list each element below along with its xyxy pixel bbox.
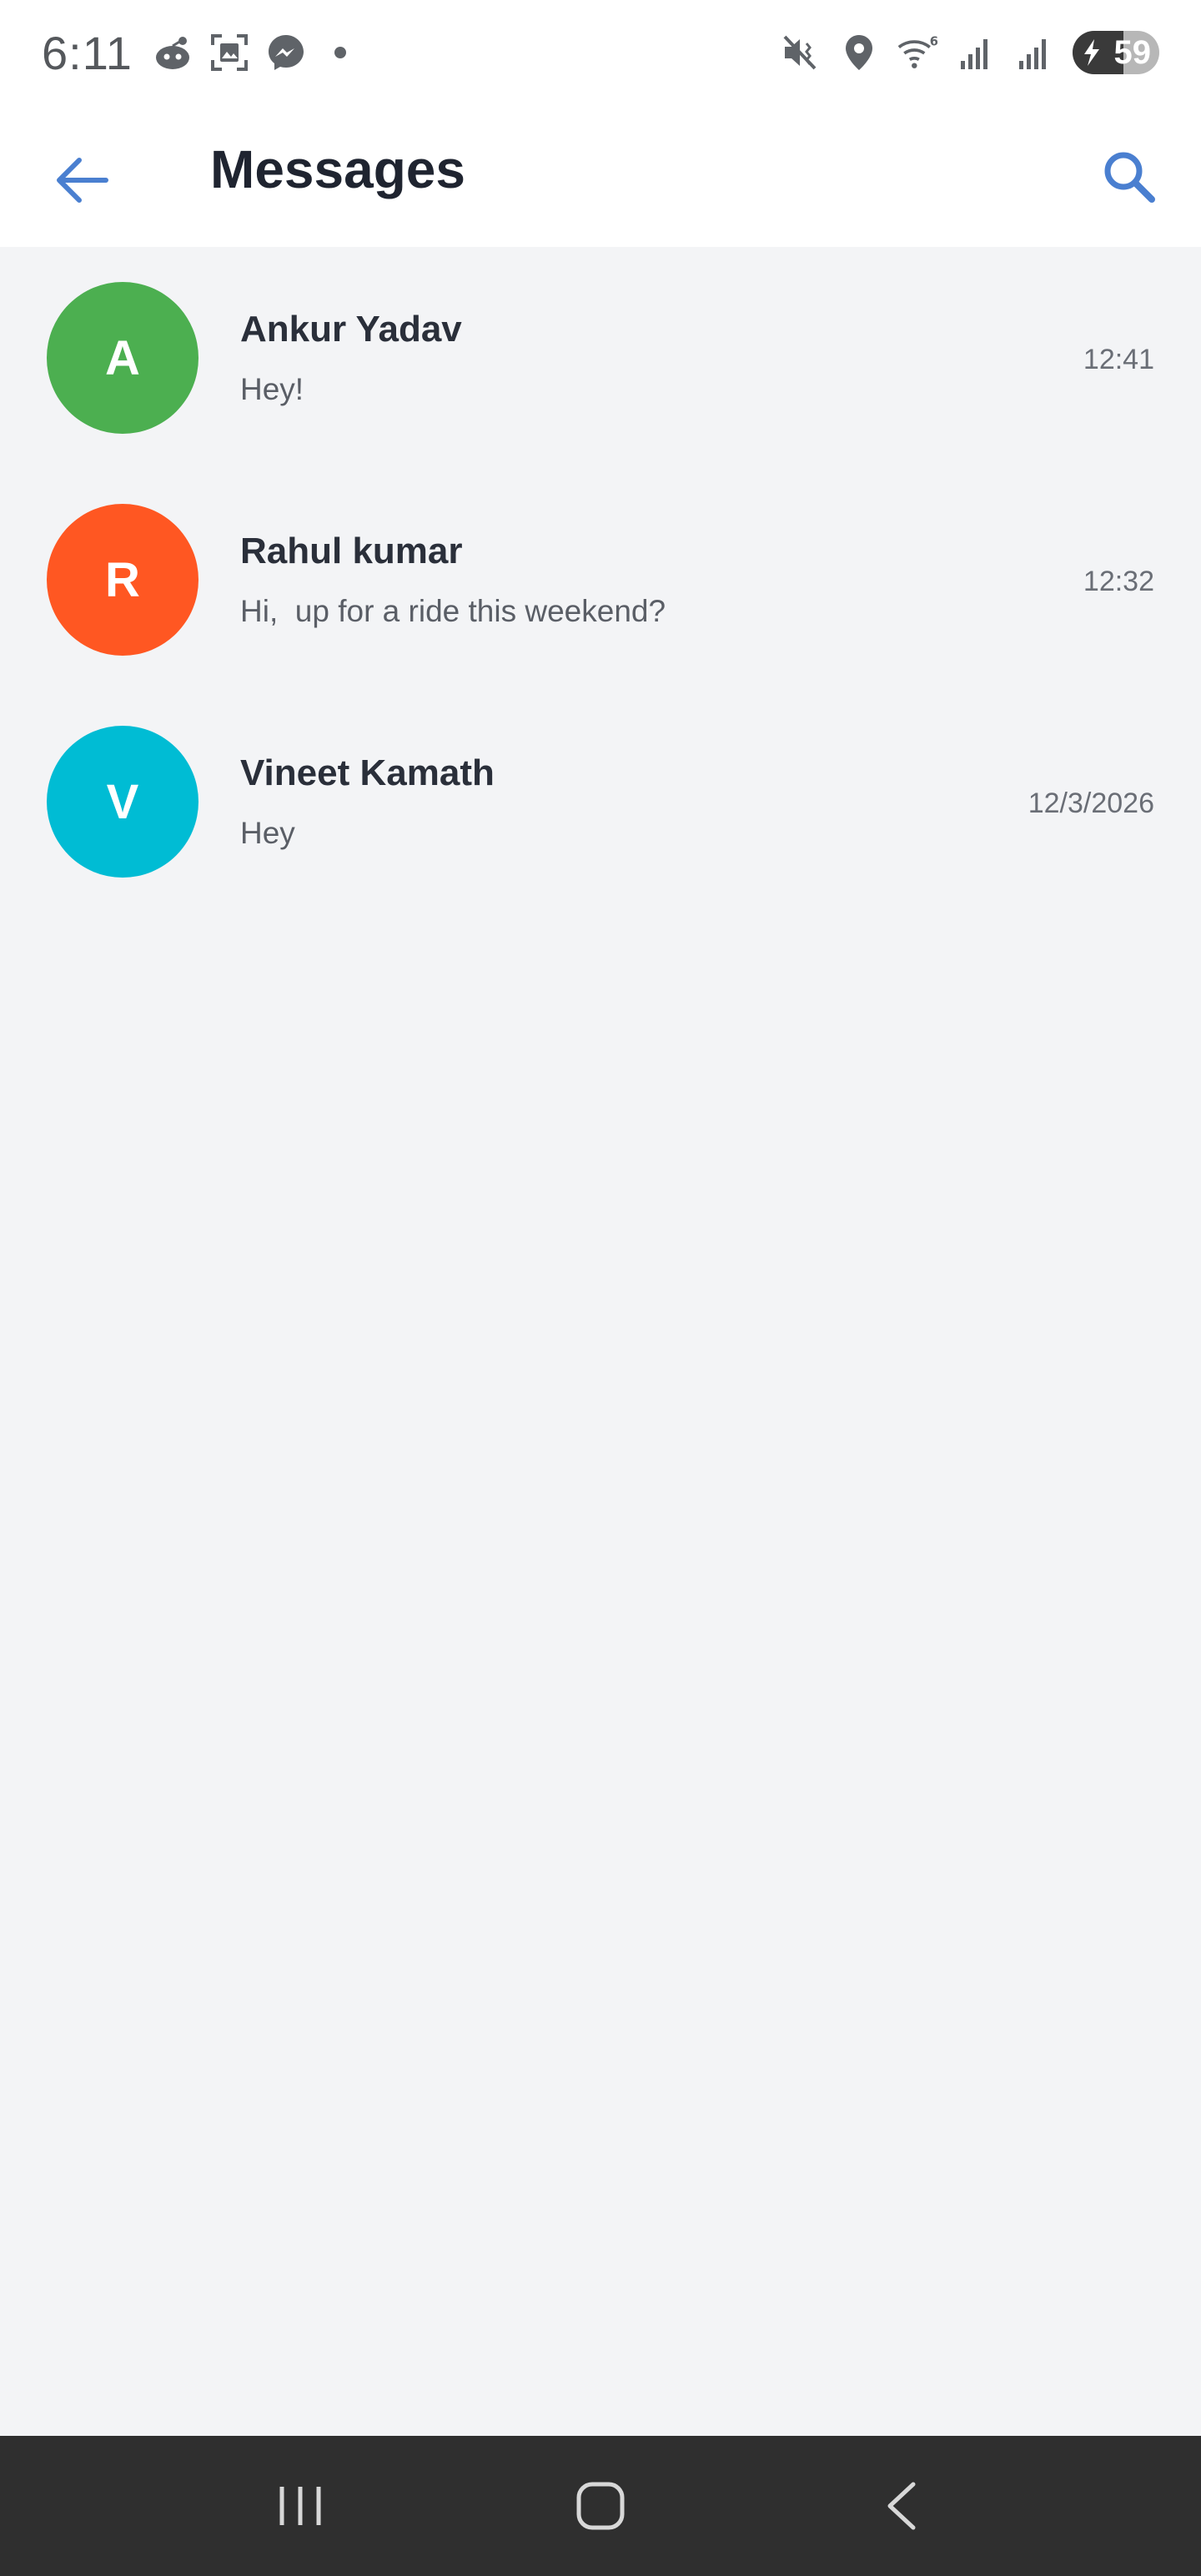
status-time: 6:11 — [42, 26, 133, 79]
conversation-item[interactable]: V Vineet Kamath Hey 12/3/2026 — [0, 691, 1201, 913]
message-preview: Hey! — [240, 372, 304, 406]
mute-vibrate-icon — [781, 33, 821, 73]
battery-indicator: 59 — [1073, 31, 1159, 74]
signal-icon — [956, 33, 996, 73]
conversation-text: Vineet Kamath Hey — [240, 752, 495, 851]
conversation-list: A Ankur Yadav Hey! 12:41 R Rahul kumar H… — [0, 247, 1201, 913]
avatar: A — [47, 282, 198, 434]
conversation-text: Rahul kumar Hi, up for a ride this weeke… — [240, 531, 666, 629]
back-button[interactable] — [43, 142, 120, 219]
arrow-left-icon — [57, 158, 108, 203]
conversation-text: Ankur Yadav Hey! — [240, 309, 462, 407]
back-icon — [887, 2482, 916, 2530]
avatar: R — [47, 504, 198, 656]
wifi-6-icon: 6 — [897, 33, 937, 73]
system-nav-bar — [0, 2436, 1201, 2576]
message-preview: Hi, up for a ride this weekend? — [240, 594, 666, 628]
screenshot-icon — [209, 33, 249, 73]
search-icon — [1104, 152, 1155, 203]
avatar: V — [47, 726, 198, 878]
charging-bolt-icon — [1083, 39, 1101, 70]
message-preview: Hey — [240, 816, 295, 850]
nav-back-button[interactable] — [851, 2456, 951, 2556]
status-bar: 6:11 59 — [0, 0, 1201, 105]
recents-button[interactable] — [250, 2456, 350, 2556]
reddit-icon — [153, 33, 193, 73]
messenger-icon — [266, 33, 306, 73]
conversation-item[interactable]: R Rahul kumar Hi, up for a ride this wee… — [0, 469, 1201, 691]
signal-icon — [1014, 33, 1054, 73]
recents-icon — [279, 2487, 321, 2525]
message-time: 12:41 — [1083, 344, 1154, 375]
status-left-icons — [153, 33, 346, 73]
app-bar: Messages — [0, 105, 1201, 247]
location-icon — [839, 33, 879, 73]
contact-name: Rahul kumar — [240, 531, 463, 571]
notification-dot — [334, 47, 346, 58]
contact-name: Vineet Kamath — [240, 752, 495, 793]
status-right-icons: 6 59 — [781, 31, 1159, 74]
contact-name: Ankur Yadav — [240, 309, 462, 350]
message-time: 12:32 — [1083, 566, 1154, 597]
home-button[interactable] — [550, 2456, 651, 2556]
conversation-item[interactable]: A Ankur Yadav Hey! 12:41 — [0, 247, 1201, 469]
svg-text:6: 6 — [930, 35, 937, 49]
message-time: 12/3/2026 — [1028, 787, 1154, 819]
page-title: Messages — [210, 139, 465, 199]
home-icon — [576, 2482, 625, 2530]
search-button[interactable] — [1091, 138, 1168, 215]
